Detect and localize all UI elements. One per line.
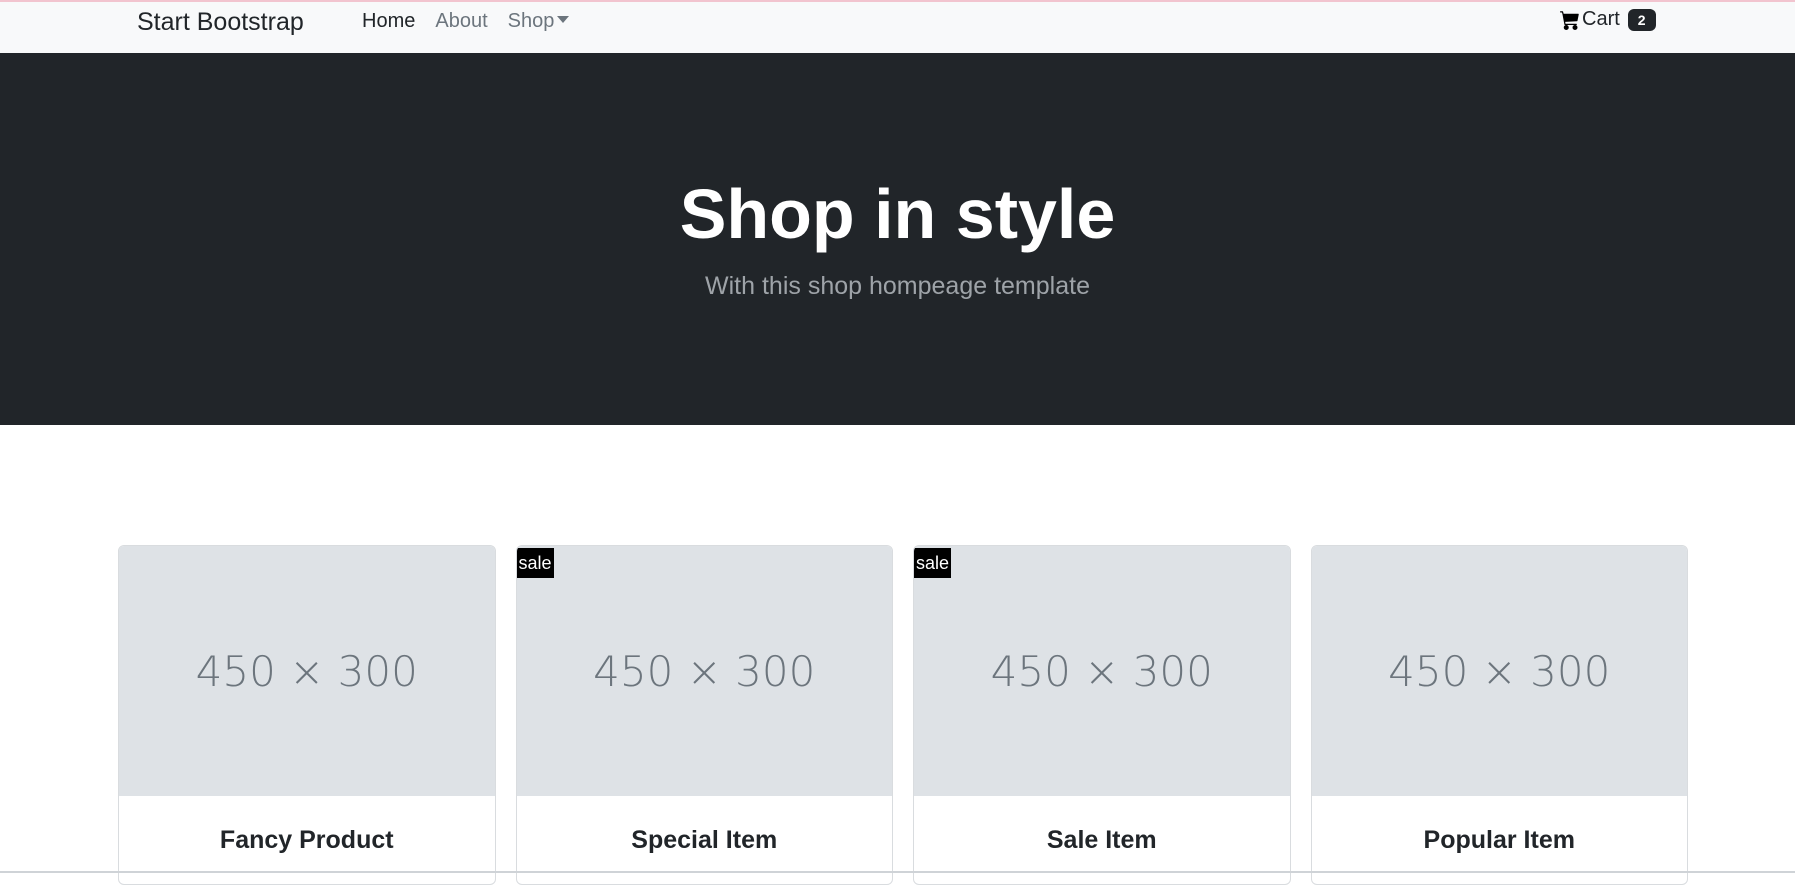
hero-subtitle: With this shop hompeage template xyxy=(705,272,1090,300)
sale-badge: sale xyxy=(516,548,554,578)
product-name: Fancy Product xyxy=(219,826,394,854)
brand-link[interactable]: Start Bootstrap xyxy=(137,8,304,37)
product-image-placeholder: 450 × 300 xyxy=(516,546,892,796)
sale-badge: sale xyxy=(914,548,952,578)
product-image-placeholder: 450 × 300 xyxy=(1311,546,1687,796)
product-image-placeholder: 450 × 300 xyxy=(914,546,1290,796)
product-name: Popular Item xyxy=(1423,826,1575,854)
nav-shop-label: Shop xyxy=(507,10,555,32)
nav-about-link[interactable]: About xyxy=(435,10,487,33)
product-grid: 450 × 300 Fancy Product sale 450 × 300 S… xyxy=(118,545,1688,885)
product-card: 450 × 300 Fancy Product xyxy=(118,545,496,885)
caret-down-icon xyxy=(557,16,570,23)
cart-count-badge: 2 xyxy=(1627,8,1656,31)
cart-icon xyxy=(1560,10,1579,30)
cart-button[interactable]: Cart 2 xyxy=(1560,8,1656,31)
product-image-placeholder: 450 × 300 xyxy=(119,546,495,796)
product-name: Special Item xyxy=(631,826,778,854)
nav-shop-dropdown[interactable]: Shop xyxy=(508,10,570,33)
navbar: Start Bootstrap Home About Shop Cart 2 xyxy=(0,0,1795,53)
hero-title: Shop in style xyxy=(679,175,1116,253)
product-card: 450 × 300 Popular Item xyxy=(1310,545,1688,885)
product-card: sale 450 × 300 Special Item xyxy=(515,545,893,885)
product-name: Sale Item xyxy=(1046,826,1157,854)
product-card: sale 450 × 300 Sale Item xyxy=(913,545,1291,885)
cart-label: Cart xyxy=(1582,8,1620,30)
nav-home-link[interactable]: Home xyxy=(362,10,415,33)
hero-header: Shop in style With this shop hompeage te… xyxy=(0,53,1795,425)
nav-links: Home About Shop xyxy=(362,10,570,33)
